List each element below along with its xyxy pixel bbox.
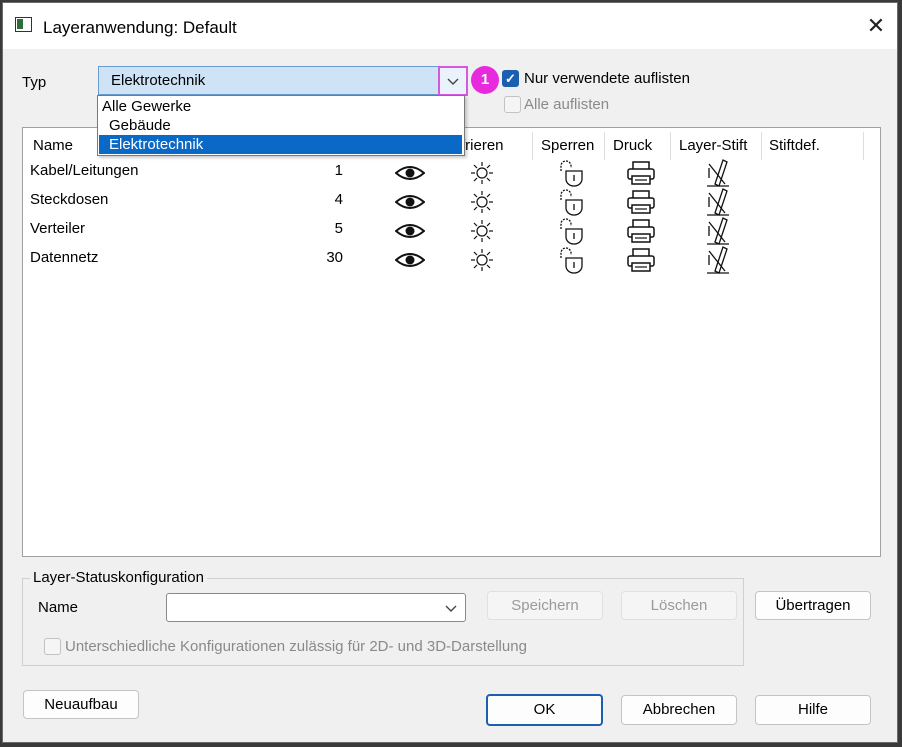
- layer-count: 1: [334, 162, 343, 179]
- col-header-layer-pen[interactable]: Layer-Stift: [679, 137, 747, 154]
- typ-label: Typ: [22, 74, 47, 91]
- col-header-lock[interactable]: Sperren: [541, 137, 594, 154]
- col-header-print[interactable]: Druck: [613, 137, 652, 154]
- window-title: Layeranwendung: Default: [43, 18, 237, 37]
- delete-button[interactable]: Löschen: [621, 591, 737, 620]
- dropdown-option[interactable]: Alle Gewerke: [99, 97, 462, 116]
- pen-icon[interactable]: [703, 187, 731, 217]
- table-row[interactable]: Steckdosen 4: [23, 187, 880, 216]
- table-row[interactable]: Kabel/Leitungen 1: [23, 158, 880, 187]
- col-divider[interactable]: [604, 132, 605, 160]
- layer-count: 4: [334, 191, 343, 208]
- title-bar: Layeranwendung: Default ✕: [3, 3, 897, 49]
- col-header-pen-def[interactable]: Stiftdef.: [769, 137, 820, 154]
- layer-name: Datennetz: [30, 249, 99, 266]
- eye-icon[interactable]: [395, 163, 425, 183]
- used-only-label: Nur verwendete auflisten: [524, 70, 690, 87]
- layer-name: Verteiler: [30, 220, 86, 237]
- table-row[interactable]: Datennetz 30: [23, 245, 880, 274]
- save-button[interactable]: Speichern: [487, 591, 603, 620]
- printer-icon[interactable]: [626, 160, 656, 186]
- chevron-down-icon: [447, 78, 459, 85]
- config-name-label: Name: [38, 599, 79, 616]
- col-divider[interactable]: [532, 132, 533, 160]
- col-divider[interactable]: [761, 132, 762, 160]
- typ-dropdown-list[interactable]: Alle Gewerke Gebäude Elektrotechnik: [97, 95, 465, 156]
- printer-icon[interactable]: [626, 218, 656, 244]
- dialog-window: Layeranwendung: Default ✕ Typ Elektrotec…: [2, 2, 898, 743]
- transfer-button[interactable]: Übertragen: [755, 591, 871, 620]
- unlocked-lock-icon[interactable]: [558, 217, 586, 245]
- typ-combobox[interactable]: Elektrotechnik: [98, 66, 468, 95]
- col-divider[interactable]: [863, 132, 864, 160]
- chevron-down-icon: [445, 605, 457, 612]
- annotation-badge: 1: [471, 66, 499, 94]
- list-all-checkbox: [504, 96, 521, 113]
- rebuild-button[interactable]: Neuaufbau: [23, 690, 139, 719]
- list-all-label: Alle auflisten: [524, 96, 610, 113]
- unlocked-lock-icon[interactable]: [558, 246, 586, 274]
- layer-name: Steckdosen: [30, 191, 109, 208]
- help-button[interactable]: Hilfe: [755, 695, 871, 725]
- layer-count: 30: [326, 249, 343, 266]
- pen-icon[interactable]: [703, 158, 731, 188]
- app-icon: [15, 17, 32, 32]
- layer-count: 5: [334, 220, 343, 237]
- typ-dropdown-button[interactable]: [438, 66, 468, 96]
- eye-icon[interactable]: [395, 250, 425, 270]
- eye-icon[interactable]: [395, 192, 425, 212]
- cancel-button[interactable]: Abbrechen: [621, 695, 737, 725]
- status-config-label: Layer-Statuskonfiguration: [30, 569, 207, 586]
- dropdown-option[interactable]: Gebäude: [99, 116, 462, 135]
- layer-name: Kabel/Leitungen: [30, 162, 139, 179]
- typ-selected-value: Elektrotechnik: [111, 72, 206, 89]
- printer-icon[interactable]: [626, 247, 656, 273]
- unlocked-lock-icon[interactable]: [558, 188, 586, 216]
- used-only-checkbox[interactable]: ✓: [502, 70, 519, 87]
- eye-icon[interactable]: [395, 221, 425, 241]
- close-icon[interactable]: ✕: [861, 11, 891, 41]
- sun-icon[interactable]: [470, 219, 494, 243]
- unlocked-lock-icon[interactable]: [558, 159, 586, 187]
- col-divider[interactable]: [670, 132, 671, 160]
- pen-icon[interactable]: [703, 216, 731, 246]
- allow-config-label: Unterschiedliche Konfigurationen zulässi…: [65, 638, 527, 655]
- allow-config-checkbox: [44, 638, 61, 655]
- layer-list[interactable]: Name frieren Sperren Druck Layer-Stift S…: [22, 127, 881, 557]
- config-name-combobox[interactable]: [166, 593, 466, 622]
- table-row[interactable]: Verteiler 5: [23, 216, 880, 245]
- sun-icon[interactable]: [470, 161, 494, 185]
- dropdown-option-selected[interactable]: Elektrotechnik: [99, 135, 462, 154]
- printer-icon[interactable]: [626, 189, 656, 215]
- pen-icon[interactable]: [703, 245, 731, 275]
- col-header-name[interactable]: Name: [33, 137, 73, 154]
- sun-icon[interactable]: [470, 190, 494, 214]
- col-header-freeze[interactable]: frieren: [461, 137, 504, 154]
- sun-icon[interactable]: [470, 248, 494, 272]
- ok-button[interactable]: OK: [486, 694, 603, 726]
